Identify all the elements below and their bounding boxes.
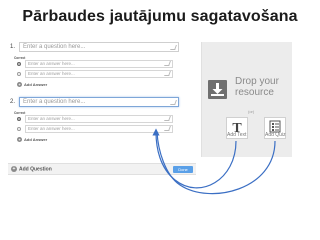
or-label: (or): [248, 109, 255, 114]
question-input[interactable]: Enter a question here...: [19, 42, 179, 52]
add-question-button[interactable]: + Add Question: [11, 166, 52, 172]
drop-line-2: resource: [235, 87, 274, 98]
resize-grip-icon[interactable]: [164, 71, 171, 76]
answer-placeholder: Enter an answer here...: [28, 71, 75, 76]
answer-placeholder: Enter an answer here...: [28, 126, 75, 131]
download-icon: [208, 80, 227, 99]
answer-radio[interactable]: [17, 127, 21, 131]
plus-icon: +: [17, 137, 22, 143]
add-question-label: Add Question: [19, 166, 52, 173]
plus-icon: +: [17, 82, 22, 88]
add-answer-label: Add Answer: [24, 82, 48, 87]
add-answer-button[interactable]: + Add Answer: [17, 82, 48, 88]
resize-grip-icon[interactable]: [164, 116, 171, 121]
drop-resource-text: Drop your resource: [235, 77, 279, 98]
question-number: 2.: [10, 99, 16, 105]
correct-label: Correct: [14, 56, 26, 60]
slide: Pārbaudes jautājumu sagatavošana 1. Ente…: [0, 0, 320, 240]
plus-icon: +: [11, 166, 17, 172]
question-number: 1.: [10, 44, 16, 50]
answer-input[interactable]: Enter an answer here...: [25, 60, 173, 68]
question-placeholder: Enter a question here...: [23, 44, 86, 50]
question-placeholder: Enter a question here...: [23, 99, 86, 105]
answer-input[interactable]: Enter an answer here...: [25, 115, 173, 123]
answer-placeholder: Enter an answer here...: [28, 116, 75, 121]
add-answer-button[interactable]: + Add Answer: [17, 137, 48, 143]
question-input[interactable]: Enter a question here...: [19, 97, 179, 107]
resource-drop-zone[interactable]: Drop your resource: [208, 77, 288, 105]
answer-input[interactable]: Enter an answer here...: [25, 125, 173, 133]
resize-grip-icon[interactable]: [164, 61, 171, 66]
add-quiz-label: Add Quiz: [265, 132, 286, 138]
answer-radio[interactable]: [17, 72, 21, 76]
correct-answer-radio[interactable]: [17, 117, 21, 121]
resize-grip-icon[interactable]: [170, 100, 177, 105]
resize-grip-icon[interactable]: [164, 126, 171, 131]
page-title: Pārbaudes jautājumu sagatavošana: [22, 8, 298, 25]
add-answer-label: Add Answer: [24, 137, 48, 142]
done-button[interactable]: Done: [173, 166, 193, 173]
answer-placeholder: Enter an answer here...: [28, 61, 75, 66]
resize-grip-icon[interactable]: [170, 45, 177, 50]
correct-answer-radio[interactable]: [17, 62, 21, 66]
correct-label: Correct: [14, 111, 26, 115]
drop-line-1: Drop your: [235, 76, 279, 87]
add-text-label: Add Text: [227, 132, 247, 138]
answer-input[interactable]: Enter an answer here...: [25, 70, 173, 78]
question-footer-bar: + Add Question Done: [8, 163, 196, 175]
